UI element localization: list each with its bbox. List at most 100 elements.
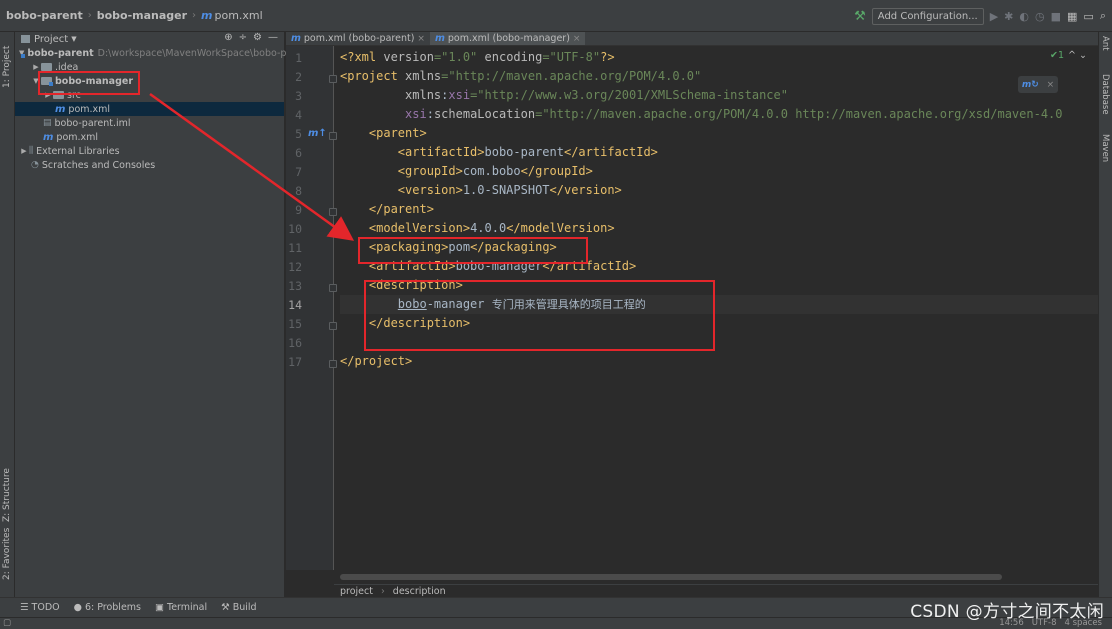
- line-number: 10: [288, 222, 302, 236]
- maven-reload-floating-button[interactable]: m↻ ×: [1018, 76, 1058, 93]
- nav-separator: ›: [87, 10, 92, 21]
- nav-crumb-module[interactable]: bobo-manager: [97, 9, 187, 22]
- tree-node-external-libraries[interactable]: ▶ ⫼ External Libraries: [15, 144, 284, 158]
- editor-breadcrumb: project › description: [334, 584, 1098, 597]
- tree-node-parent-pom[interactable]: m pom.xml: [15, 130, 284, 144]
- tree-node-manager-pom[interactable]: m pom.xml: [15, 102, 284, 116]
- locate-icon[interactable]: ⊕: [224, 32, 232, 43]
- maven-parent-gutter-icon[interactable]: m↑: [308, 128, 327, 139]
- fold-marker-icon[interactable]: [329, 75, 337, 83]
- code-line: </project>: [340, 354, 413, 368]
- inspection-count: ✔1: [1050, 50, 1065, 61]
- todo-tool-button[interactable]: ☰ TODO: [20, 602, 60, 613]
- chevron-down-icon[interactable]: ▼: [71, 35, 76, 43]
- nav-separator: ›: [192, 10, 197, 21]
- maven-reload-icon[interactable]: m↻: [1022, 80, 1039, 90]
- search-icon[interactable]: ⌕: [1100, 9, 1106, 23]
- annotation-box-packaging: [358, 237, 588, 264]
- tree-node-parent-iml[interactable]: ▤ bobo-parent.iml: [15, 116, 284, 130]
- close-icon[interactable]: ×: [417, 34, 425, 44]
- maven-file-icon: m: [291, 33, 301, 44]
- close-icon[interactable]: ×: [1047, 80, 1055, 90]
- stop-icon[interactable]: ■: [1051, 10, 1061, 23]
- tree-label: pom.xml: [68, 103, 111, 115]
- tool-label: Terminal: [167, 602, 208, 613]
- project-structure-icon[interactable]: ▦: [1067, 10, 1077, 23]
- project-tool-button[interactable]: 1: Project: [2, 46, 12, 88]
- run-icon[interactable]: ▶: [990, 10, 998, 23]
- toolbar-right: ⚒ Add Configuration... ▶ ✱ ◐ ◷ ■ ▦ ▭ ⌕: [854, 0, 1112, 32]
- close-icon[interactable]: ×: [573, 34, 581, 44]
- project-panel-title[interactable]: Project: [34, 34, 68, 45]
- maven-file-icon: m: [55, 103, 66, 115]
- line-number: 8: [295, 184, 302, 198]
- favorites-tool-button[interactable]: 2: Favorites: [2, 528, 12, 580]
- collapse-icon[interactable]: ÷: [239, 32, 247, 43]
- line-number: 15: [288, 317, 302, 331]
- code-line: <groupId>com.bobo</groupId>: [397, 164, 593, 178]
- breadcrumb-separator: ›: [380, 585, 385, 597]
- inspection-nav-icon[interactable]: ^ ⌄: [1068, 50, 1087, 61]
- tree-label: pom.xml: [56, 131, 99, 143]
- coverage-icon[interactable]: ◐: [1019, 10, 1029, 23]
- collapse-arrow-icon[interactable]: ▶: [19, 147, 29, 155]
- scratches-icon: ◔: [31, 160, 39, 170]
- code-line: <artifactId>bobo-parent</artifactId>: [397, 145, 658, 159]
- info-icon: ●: [73, 602, 85, 613]
- code-line: <parent>: [368, 126, 427, 140]
- tool-label: TODO: [31, 602, 60, 613]
- line-number: 3: [295, 89, 302, 103]
- code-line: xmlns:xsi="http://www.w3.org/2001/XMLSch…: [405, 88, 788, 102]
- breadcrumb-item[interactable]: description: [393, 586, 446, 597]
- library-icon: ⫼: [29, 146, 34, 156]
- code-line: <version>1.0-SNAPSHOT</version>: [397, 183, 622, 197]
- line-number: 14: [288, 298, 302, 312]
- tree-path: D:\workspace\MavenWorkSpace\bobo-parent: [97, 47, 312, 59]
- line-number: 11: [288, 241, 302, 255]
- inspection-widget[interactable]: ✔1 ^ ⌄: [1050, 50, 1087, 61]
- build-tool-button[interactable]: ⚒ Build: [221, 602, 256, 613]
- line-number: 4: [295, 108, 302, 122]
- project-panel-actions: ⊕ ÷ ⚙ —: [224, 32, 278, 43]
- fold-marker-icon[interactable]: [329, 132, 337, 140]
- debug-icon[interactable]: ✱: [1004, 10, 1013, 23]
- line-number: 2: [295, 70, 302, 84]
- iml-file-icon: ▤: [43, 118, 52, 128]
- tree-node-bobo-parent[interactable]: ▼ bobo-parent D:\workspace\MavenWorkSpac…: [15, 46, 312, 60]
- layout-icon[interactable]: ▭: [1083, 10, 1093, 23]
- fold-marker-icon[interactable]: [329, 284, 337, 292]
- structure-tool-button[interactable]: Z: Structure: [2, 468, 12, 522]
- tab-manager-pom[interactable]: m pom.xml (bobo-manager) ×: [429, 32, 586, 45]
- problems-tool-button[interactable]: ● 6: Problems: [74, 602, 141, 613]
- nav-crumb-project[interactable]: bobo-parent: [6, 9, 83, 22]
- maven-file-icon: m: [43, 131, 54, 143]
- terminal-tool-button[interactable]: ▣ Terminal: [155, 602, 207, 613]
- nav-crumb-file[interactable]: pom.xml: [215, 9, 263, 22]
- line-number: 16: [288, 336, 302, 350]
- folder-icon: [41, 63, 52, 71]
- maven-tool-button[interactable]: Maven: [1100, 134, 1110, 162]
- tree-label: Scratches and Consoles: [41, 159, 156, 171]
- fold-marker-icon[interactable]: [329, 322, 337, 330]
- fold-marker-icon[interactable]: [329, 208, 337, 216]
- tab-label: pom.xml (bobo-manager): [447, 33, 570, 44]
- project-panel-header: Project ▼ ⊕ ÷ ⚙ —: [15, 32, 284, 46]
- status-toggle-icon[interactable]: ▢: [3, 618, 11, 628]
- add-configuration-button[interactable]: Add Configuration...: [871, 7, 984, 25]
- fold-marker-icon[interactable]: [329, 360, 337, 368]
- breadcrumb-item[interactable]: project: [340, 586, 373, 597]
- tab-parent-pom[interactable]: m pom.xml (bobo-parent) ×: [286, 32, 430, 45]
- line-number: 9: [295, 203, 302, 217]
- build-hammer-icon[interactable]: ⚒: [854, 9, 866, 24]
- tree-node-scratches[interactable]: ◔ Scratches and Consoles: [15, 158, 284, 172]
- horizontal-scrollbar[interactable]: [340, 574, 1002, 580]
- hammer-icon: ⚒: [221, 602, 233, 613]
- profile-icon[interactable]: ◷: [1035, 10, 1045, 23]
- collapse-arrow-icon[interactable]: ▶: [31, 63, 41, 71]
- gear-icon[interactable]: ⚙: [253, 32, 262, 43]
- maven-file-icon: m: [434, 33, 445, 44]
- tree-label: bobo-parent.iml: [54, 117, 131, 129]
- ant-tool-button[interactable]: Ant: [1100, 36, 1110, 51]
- minimize-icon[interactable]: —: [268, 32, 278, 43]
- database-tool-button[interactable]: Database: [1100, 74, 1110, 115]
